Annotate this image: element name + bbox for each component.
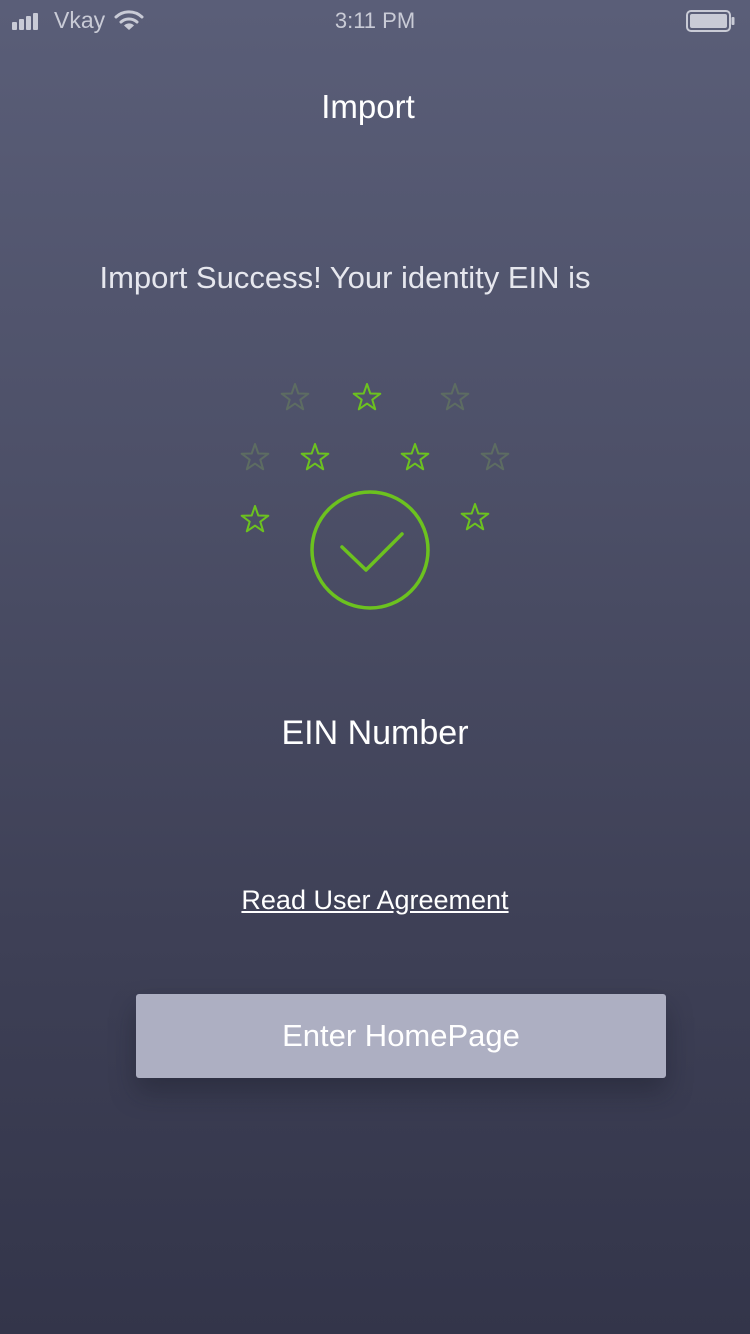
success-message: Import Success! Your identity EIN is xyxy=(99,260,591,295)
read-user-agreement-link[interactable]: Read User Agreement xyxy=(0,885,750,916)
check-circle-icon xyxy=(310,490,430,610)
status-time: 3:11 PM xyxy=(334,8,416,33)
status-bar: Vkay 3:11 PM xyxy=(0,0,750,40)
star-icon xyxy=(480,443,510,471)
star-icon xyxy=(400,443,430,471)
star-icon xyxy=(280,383,310,411)
enter-homepage-button[interactable]: Enter HomePage xyxy=(136,994,666,1078)
star-icon xyxy=(240,443,270,471)
star-icon xyxy=(440,383,470,411)
page-title: Import xyxy=(321,88,415,125)
enter-homepage-label: Enter HomePage xyxy=(282,1018,520,1053)
star-icon xyxy=(460,503,490,531)
star-icon xyxy=(300,443,330,471)
checkmark-icon xyxy=(340,532,404,572)
ein-number: EIN Number xyxy=(281,714,469,752)
star-icon xyxy=(240,505,270,533)
battery-icon xyxy=(686,10,735,32)
star-icon xyxy=(352,383,382,411)
success-check-graphic xyxy=(240,383,510,610)
